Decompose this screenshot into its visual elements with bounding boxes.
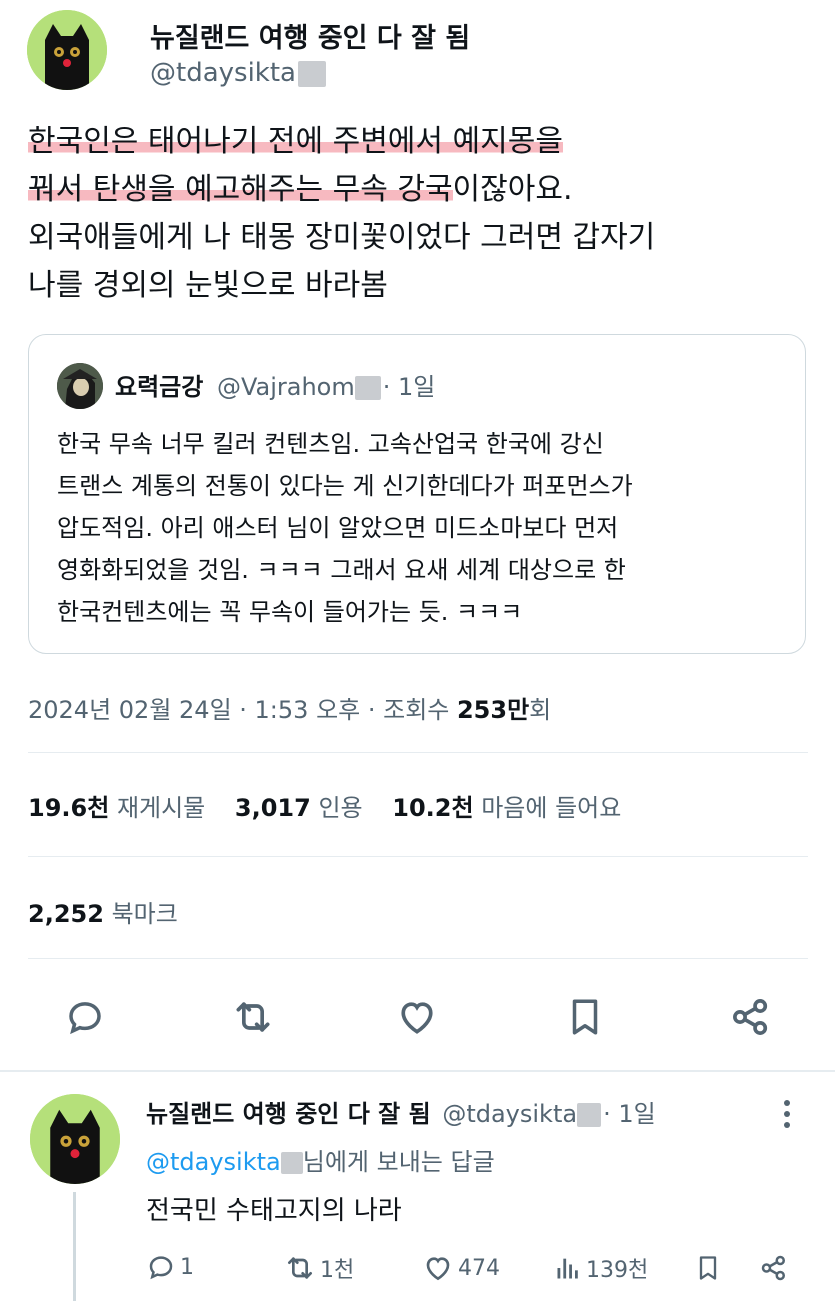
divider	[28, 752, 808, 753]
quote-time: · 1일	[382, 373, 436, 401]
share-icon	[733, 999, 768, 1035]
quote-header: 요력금강 @Vajrahom · 1일	[115, 367, 435, 402]
redacted-block	[577, 1103, 602, 1127]
bookmark-button[interactable]	[560, 992, 610, 1042]
date-time: 2024년 02월 24일 · 1:53 오후 · 조회수	[28, 696, 457, 724]
quote-stat[interactable]: 3,017 인용	[235, 794, 363, 822]
quote-line: 영화화되었을 것임. ㅋㅋㅋ 그래서 요새 세계 대상으로 한	[57, 556, 626, 584]
quote-count: 3,017	[234, 794, 311, 822]
retweet-icon	[288, 1257, 312, 1279]
like-icon	[426, 1257, 450, 1281]
thread-line	[73, 1192, 76, 1301]
reply-handle[interactable]: @tdaysikta	[442, 1100, 577, 1128]
reply-button[interactable]	[60, 992, 110, 1042]
redacted-block	[297, 60, 326, 87]
divider	[28, 856, 808, 857]
reply-author-avatar[interactable]	[30, 1094, 120, 1184]
author-handle-text: @tdaysikta	[150, 58, 296, 88]
retweet-count: 19.6천	[28, 794, 110, 822]
reply-time[interactable]: · 1일	[603, 1100, 656, 1128]
reply-like-count: 474	[458, 1255, 500, 1281]
reply-views-button[interactable]: 139천	[554, 1252, 648, 1284]
views-icon	[557, 1258, 578, 1279]
engagement-stats: 19.6천 재게시물 3,017 인용 10.2천 마음에 들어요	[28, 788, 621, 823]
replying-suffix: 님에게 보내는 답글	[302, 1148, 495, 1176]
quote-label: 인용	[318, 794, 363, 822]
reply-icon	[69, 1002, 101, 1035]
reply-retweet-button[interactable]: 1천	[284, 1252, 354, 1284]
author-display-name[interactable]: 뉴질랜드 여행 중인 다 잘 됨	[150, 16, 470, 55]
highlighted-text: 한국인은 태어나기 전에 주변에서 예지몽을	[28, 124, 563, 159]
bookmark-icon	[699, 1256, 717, 1280]
like-icon	[401, 1002, 433, 1034]
replying-handle-link[interactable]: @tdaysikta	[146, 1148, 281, 1176]
reply-like-button[interactable]: 474	[422, 1252, 500, 1284]
share-button[interactable]	[726, 992, 776, 1042]
redacted-block	[354, 376, 381, 400]
tweet-timestamp[interactable]: 2024년 02월 24일 · 1:53 오후 · 조회수 253만회	[28, 690, 551, 725]
bookmark-count: 2,252	[28, 900, 104, 928]
quote-avatar	[57, 363, 103, 409]
quote-text: 한국 무속 너무 킬러 컨텐츠임. 고속산업국 한국에 강신 트랜스 계통의 전…	[57, 423, 787, 633]
quoted-tweet-card[interactable]: 요력금강 @Vajrahom · 1일 한국 무속 너무 킬러 컨텐츠임. 고속산…	[28, 334, 806, 654]
share-icon	[761, 1255, 785, 1281]
replying-to: @tdaysikta 님에게 보내는 답글	[146, 1142, 495, 1177]
more-icon	[784, 1100, 790, 1128]
quote-display-name: 요력금강	[115, 373, 204, 401]
bookmark-icon	[572, 999, 598, 1035]
reply-bookmark-button[interactable]	[690, 1250, 726, 1286]
quote-line: 압도적임. 아리 애스터 님이 알았으면 미드소마보다 먼저	[57, 514, 619, 542]
retweet-icon	[236, 1002, 270, 1032]
quote-handle: @Vajrahom	[216, 373, 355, 401]
reply-retweet-count: 1천	[320, 1258, 355, 1283]
like-count: 10.2천	[392, 794, 474, 822]
reply-icon	[149, 1256, 173, 1280]
bookmark-label: 북마크	[111, 900, 178, 928]
reply-reply-button[interactable]: 1	[146, 1252, 194, 1282]
tweet-line-3: 외국애들에게 나 태몽 장미꽃이었다 그러면 갑자기	[28, 220, 656, 255]
quote-line: 한국컨텐츠에는 꼭 무속이 들어가는 듯. ㅋㅋㅋ	[57, 598, 523, 626]
like-button[interactable]	[392, 992, 442, 1042]
section-divider	[0, 1070, 835, 1072]
reply-share-button[interactable]	[756, 1250, 792, 1286]
divider	[28, 958, 808, 959]
highlighted-text: 꿔서 탄생을 예고해주는 무속 강국	[28, 172, 453, 207]
quote-line: 트랜스 계통의 전통이 있다는 게 신기한데다가 퍼포먼스가	[57, 472, 633, 500]
reply-text: 전국민 수태고지의 나라	[146, 1196, 402, 1226]
tweet-line-2: 꿔서 탄생을 예고해주는 무속 강국이잖아요.	[28, 166, 818, 214]
author-avatar[interactable]	[27, 10, 107, 90]
retweet-label: 재게시물	[116, 794, 206, 822]
tweet-text: 이잖아요.	[452, 172, 573, 207]
retweet-button[interactable]	[228, 992, 278, 1042]
retweet-stat[interactable]: 19.6천 재게시물	[28, 794, 205, 822]
view-count: 253만	[456, 696, 530, 724]
tweet-body: 한국인은 태어나기 전에 주변에서 예지몽을 꿔서 탄생을 예고해주는 무속 강…	[28, 118, 818, 310]
more-options-button[interactable]	[772, 1096, 802, 1132]
reply-reply-count: 1	[180, 1254, 194, 1280]
reply-view-count: 139천	[586, 1258, 649, 1283]
tweet-line-1: 한국인은 태어나기 전에 주변에서 예지몽을	[28, 118, 818, 166]
like-stat[interactable]: 10.2천 마음에 들어요	[392, 794, 621, 822]
reply-header: 뉴질랜드 여행 중인 다 잘 됨 @tdaysikta · 1일	[146, 1094, 656, 1129]
bookmark-stat[interactable]: 2,252 북마크	[28, 894, 178, 929]
tweet-line-4: 나를 경외의 눈빛으로 바라봄	[28, 268, 388, 303]
author-handle[interactable]: @tdaysikta	[150, 58, 326, 88]
quote-line: 한국 무속 너무 킬러 컨텐츠임. 고속산업국 한국에 강신	[57, 430, 604, 458]
redacted-block	[280, 1152, 303, 1174]
like-label: 마음에 들어요	[481, 794, 622, 822]
view-suffix: 회	[529, 696, 552, 724]
reply-display-name[interactable]: 뉴질랜드 여행 중인 다 잘 됨	[146, 1100, 431, 1128]
